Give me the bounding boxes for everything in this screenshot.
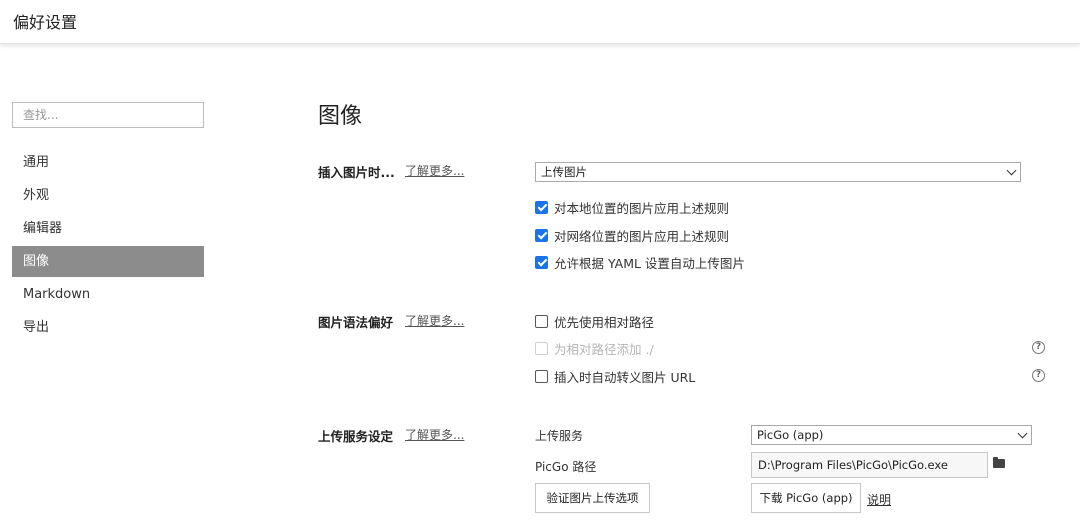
- yaml-upload-checkbox[interactable]: [535, 255, 548, 269]
- chevron-down-icon: [1006, 165, 1017, 176]
- explain-link[interactable]: 说明: [867, 491, 891, 508]
- window-title: 偏好设置: [13, 13, 78, 32]
- dot-slash-checkbox-row: 为相对路径添加 ./: [535, 340, 654, 357]
- upload-service-label: 上传服务: [535, 429, 584, 443]
- upload-learn-more-link[interactable]: 了解更多...: [405, 426, 464, 443]
- insert-action-select[interactable]: 上传图片: [535, 162, 1021, 182]
- upload-service-settings-label: 上传服务设定: [318, 429, 394, 444]
- escape-url-checkbox[interactable]: [535, 369, 548, 383]
- insert-learn-more-link[interactable]: 了解更多...: [405, 162, 464, 179]
- page-title: 图像: [318, 104, 363, 129]
- sidebar-item-export[interactable]: 导出: [12, 312, 204, 343]
- picgo-path-input[interactable]: D:\Program Files\PicGo\PicGo.exe: [751, 452, 988, 478]
- sidebar-item-markdown[interactable]: Markdown: [12, 279, 204, 310]
- escape-url-label: 插入时自动转义图片 URL: [554, 369, 696, 385]
- relative-path-label: 优先使用相对路径: [554, 314, 655, 330]
- sidebar-item-editor[interactable]: 编辑器: [12, 213, 204, 244]
- apply-network-checkbox[interactable]: [535, 228, 548, 242]
- insert-image-label: 插入图片时...: [318, 165, 395, 180]
- upload-service-value: PicGo (app): [757, 428, 824, 442]
- sidebar-item-image[interactable]: 图像: [12, 246, 204, 277]
- apply-local-label: 对本地位置的图片应用上述规则: [554, 200, 730, 216]
- chevron-down-icon: [1017, 428, 1028, 439]
- apply-local-checkbox-row[interactable]: 对本地位置的图片应用上述规则: [535, 199, 730, 216]
- yaml-upload-checkbox-row[interactable]: 允许根据 YAML 设置自动上传图片: [535, 254, 745, 271]
- search-input[interactable]: [12, 102, 204, 128]
- insert-action-value: 上传图片: [541, 165, 587, 179]
- sidebar-item-general[interactable]: 通用: [12, 147, 204, 178]
- folder-icon[interactable]: [993, 457, 1005, 468]
- relative-path-checkbox-row[interactable]: 优先使用相对路径: [535, 313, 655, 330]
- download-picgo-button[interactable]: 下载 PicGo (app): [751, 483, 861, 513]
- apply-local-checkbox[interactable]: [535, 200, 548, 214]
- title-bar: 偏好设置: [0, 0, 1080, 44]
- apply-network-label: 对网络位置的图片应用上述规则: [554, 228, 730, 244]
- help-icon[interactable]: ?: [1032, 341, 1045, 354]
- upload-service-select[interactable]: PicGo (app): [751, 425, 1032, 445]
- verify-upload-button[interactable]: 验证图片上传选项: [535, 483, 650, 513]
- syntax-pref-label: 图片语法偏好: [318, 315, 394, 330]
- syntax-learn-more-link[interactable]: 了解更多...: [405, 312, 464, 329]
- dot-slash-checkbox: [535, 341, 548, 355]
- help-icon[interactable]: ?: [1032, 369, 1045, 382]
- yaml-upload-label: 允许根据 YAML 设置自动上传图片: [554, 255, 745, 271]
- apply-network-checkbox-row[interactable]: 对网络位置的图片应用上述规则: [535, 227, 730, 244]
- sidebar-item-appearance[interactable]: 外观: [12, 180, 204, 211]
- dot-slash-label: 为相对路径添加 ./: [554, 341, 654, 357]
- picgo-path-label: PicGo 路径: [535, 460, 597, 474]
- relative-path-checkbox[interactable]: [535, 314, 548, 328]
- escape-url-checkbox-row[interactable]: 插入时自动转义图片 URL: [535, 368, 696, 385]
